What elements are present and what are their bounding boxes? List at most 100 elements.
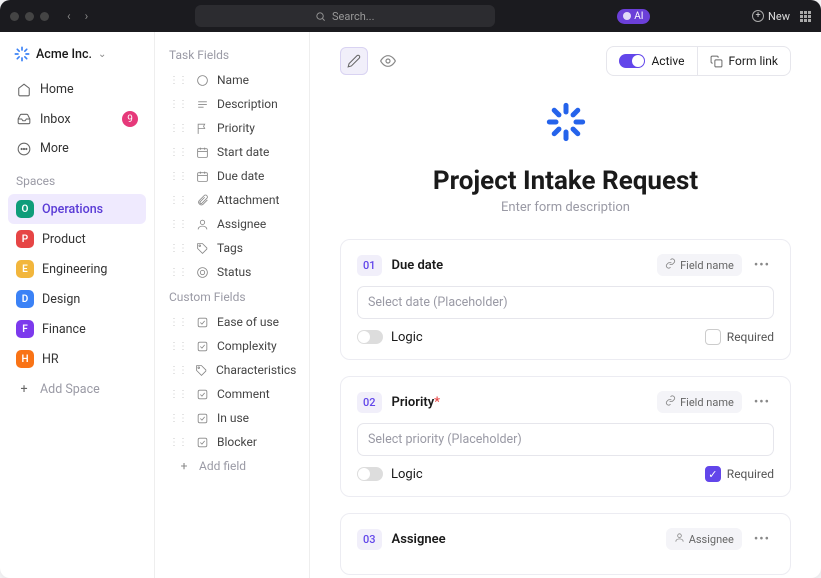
field-item[interactable]: ⋮⋮ Priority bbox=[159, 116, 305, 140]
field-mapping-pill[interactable]: Field name bbox=[657, 391, 742, 413]
field-item[interactable]: ⋮⋮Characteristics bbox=[159, 358, 305, 382]
field-title[interactable]: Priority* bbox=[392, 395, 440, 410]
form-link-button[interactable]: Form link bbox=[698, 47, 790, 75]
field-item[interactable]: ⋮⋮ Description bbox=[159, 92, 305, 116]
drag-handle-icon[interactable]: ⋮⋮ bbox=[169, 195, 187, 206]
chevron-down-icon: ⌄ bbox=[98, 49, 106, 60]
space-item[interactable]: FFinance bbox=[8, 314, 146, 344]
field-title[interactable]: Due date bbox=[392, 258, 444, 273]
form-toolbar: Active Form link bbox=[340, 46, 791, 76]
drag-handle-icon[interactable]: ⋮⋮ bbox=[169, 413, 187, 424]
field-number: 01 bbox=[357, 255, 382, 276]
field-label: Assignee bbox=[217, 217, 266, 231]
space-item[interactable]: PProduct bbox=[8, 224, 146, 254]
field-mapping-pill[interactable]: Assignee bbox=[666, 528, 742, 550]
space-icon: F bbox=[16, 320, 34, 338]
spaces-label: Spaces bbox=[8, 164, 146, 192]
window-controls[interactable] bbox=[10, 12, 49, 21]
field-label: Start date bbox=[217, 145, 269, 159]
drag-handle-icon[interactable]: ⋮⋮ bbox=[169, 75, 187, 86]
active-toggle[interactable]: Active bbox=[607, 47, 697, 75]
preview-button[interactable] bbox=[374, 47, 402, 75]
field-menu-button[interactable]: ••• bbox=[750, 256, 774, 275]
workspace-name: Acme Inc. bbox=[36, 47, 92, 62]
space-item[interactable]: DDesign bbox=[8, 284, 146, 314]
field-placeholder-input[interactable]: Select priority (Placeholder) bbox=[357, 423, 774, 456]
required-label: Required bbox=[727, 330, 774, 344]
form-field-card[interactable]: 03 Assignee Assignee ••• bbox=[340, 513, 791, 575]
eye-icon bbox=[380, 53, 396, 69]
add-field-button[interactable]: + Add field bbox=[159, 454, 305, 478]
field-label: Priority bbox=[217, 121, 255, 135]
search-input[interactable]: Search... bbox=[195, 5, 495, 27]
nav-back[interactable]: ‹ bbox=[63, 9, 75, 23]
field-label: Due date bbox=[217, 169, 264, 183]
field-item[interactable]: ⋮⋮Comment bbox=[159, 382, 305, 406]
more-icon bbox=[16, 142, 32, 156]
field-placeholder-input[interactable]: Select date (Placeholder) bbox=[357, 286, 774, 319]
field-item[interactable]: ⋮⋮ Start date bbox=[159, 140, 305, 164]
field-item[interactable]: ⋮⋮Complexity bbox=[159, 334, 305, 358]
drag-handle-icon[interactable]: ⋮⋮ bbox=[169, 123, 187, 134]
field-item[interactable]: ⋮⋮ Assignee bbox=[159, 212, 305, 236]
nav-inbox[interactable]: Inbox 9 bbox=[8, 105, 146, 133]
lines-icon bbox=[195, 98, 209, 111]
field-item[interactable]: ⋮⋮Name bbox=[159, 68, 305, 92]
required-checkbox[interactable] bbox=[705, 329, 721, 345]
logic-toggle[interactable] bbox=[357, 330, 383, 344]
drag-handle-icon[interactable]: ⋮⋮ bbox=[169, 171, 187, 182]
drag-handle-icon[interactable]: ⋮⋮ bbox=[169, 243, 187, 254]
add-space-button[interactable]: + Add Space bbox=[8, 376, 146, 403]
form-description[interactable]: Enter form description bbox=[340, 200, 791, 215]
drag-handle-icon[interactable]: ⋮⋮ bbox=[169, 267, 187, 278]
nav-home[interactable]: Home bbox=[8, 76, 146, 103]
space-icon: E bbox=[16, 260, 34, 278]
form-field-card[interactable]: 02 Priority* Field name ••• Select prior… bbox=[340, 376, 791, 497]
workspace-selector[interactable]: Acme Inc. ⌄ bbox=[8, 42, 146, 66]
field-menu-button[interactable]: ••• bbox=[750, 530, 774, 549]
home-icon bbox=[16, 83, 32, 97]
space-item[interactable]: EEngineering bbox=[8, 254, 146, 284]
drag-handle-icon[interactable]: ⋮⋮ bbox=[169, 389, 187, 400]
inbox-badge: 9 bbox=[122, 111, 138, 127]
toggle-on-icon bbox=[619, 54, 645, 68]
drag-handle-icon[interactable]: ⋮⋮ bbox=[169, 99, 187, 110]
field-title[interactable]: Assignee bbox=[392, 532, 446, 547]
pill-icon bbox=[665, 395, 676, 409]
drag-handle-icon[interactable]: ⋮⋮ bbox=[169, 317, 187, 328]
form-field-card[interactable]: 01 Due date Field name ••• Select date (… bbox=[340, 239, 791, 360]
field-mapping-pill[interactable]: Field name bbox=[657, 254, 742, 276]
field-label: Description bbox=[217, 97, 278, 111]
drag-handle-icon[interactable]: ⋮⋮ bbox=[169, 341, 187, 352]
required-checkbox[interactable]: ✓ bbox=[705, 466, 721, 482]
inbox-icon bbox=[16, 112, 32, 126]
drag-handle-icon[interactable]: ⋮⋮ bbox=[169, 437, 187, 448]
space-item[interactable]: HHR bbox=[8, 344, 146, 374]
cal-icon bbox=[195, 146, 209, 159]
space-item[interactable]: OOperations bbox=[8, 194, 146, 224]
drag-handle-icon[interactable]: ⋮⋮ bbox=[169, 219, 187, 230]
tag-icon bbox=[195, 242, 209, 255]
ai-button[interactable]: AI bbox=[617, 9, 649, 24]
field-item[interactable]: ⋮⋮Blocker bbox=[159, 430, 305, 454]
copy-icon bbox=[710, 55, 723, 68]
apps-icon[interactable] bbox=[800, 11, 811, 22]
field-item[interactable]: ⋮⋮Status bbox=[159, 260, 305, 284]
field-item[interactable]: ⋮⋮Tags bbox=[159, 236, 305, 260]
field-item[interactable]: ⋮⋮ Due date bbox=[159, 164, 305, 188]
nav-forward[interactable]: › bbox=[81, 9, 93, 23]
field-label: Ease of use bbox=[217, 315, 279, 329]
workspace-logo-icon bbox=[14, 46, 30, 62]
drag-handle-icon[interactable]: ⋮⋮ bbox=[169, 147, 187, 158]
field-item[interactable]: ⋮⋮Attachment bbox=[159, 188, 305, 212]
nav-more[interactable]: More bbox=[8, 135, 146, 162]
space-icon: H bbox=[16, 350, 34, 368]
edit-mode-button[interactable] bbox=[340, 47, 368, 75]
field-menu-button[interactable]: ••• bbox=[750, 393, 774, 412]
drag-handle-icon[interactable]: ⋮⋮ bbox=[169, 365, 187, 376]
field-item[interactable]: ⋮⋮In use bbox=[159, 406, 305, 430]
new-button[interactable]: + New bbox=[752, 10, 790, 23]
logic-toggle[interactable] bbox=[357, 467, 383, 481]
field-item[interactable]: ⋮⋮ Ease of use bbox=[159, 310, 305, 334]
form-title[interactable]: Project Intake Request bbox=[340, 166, 791, 196]
